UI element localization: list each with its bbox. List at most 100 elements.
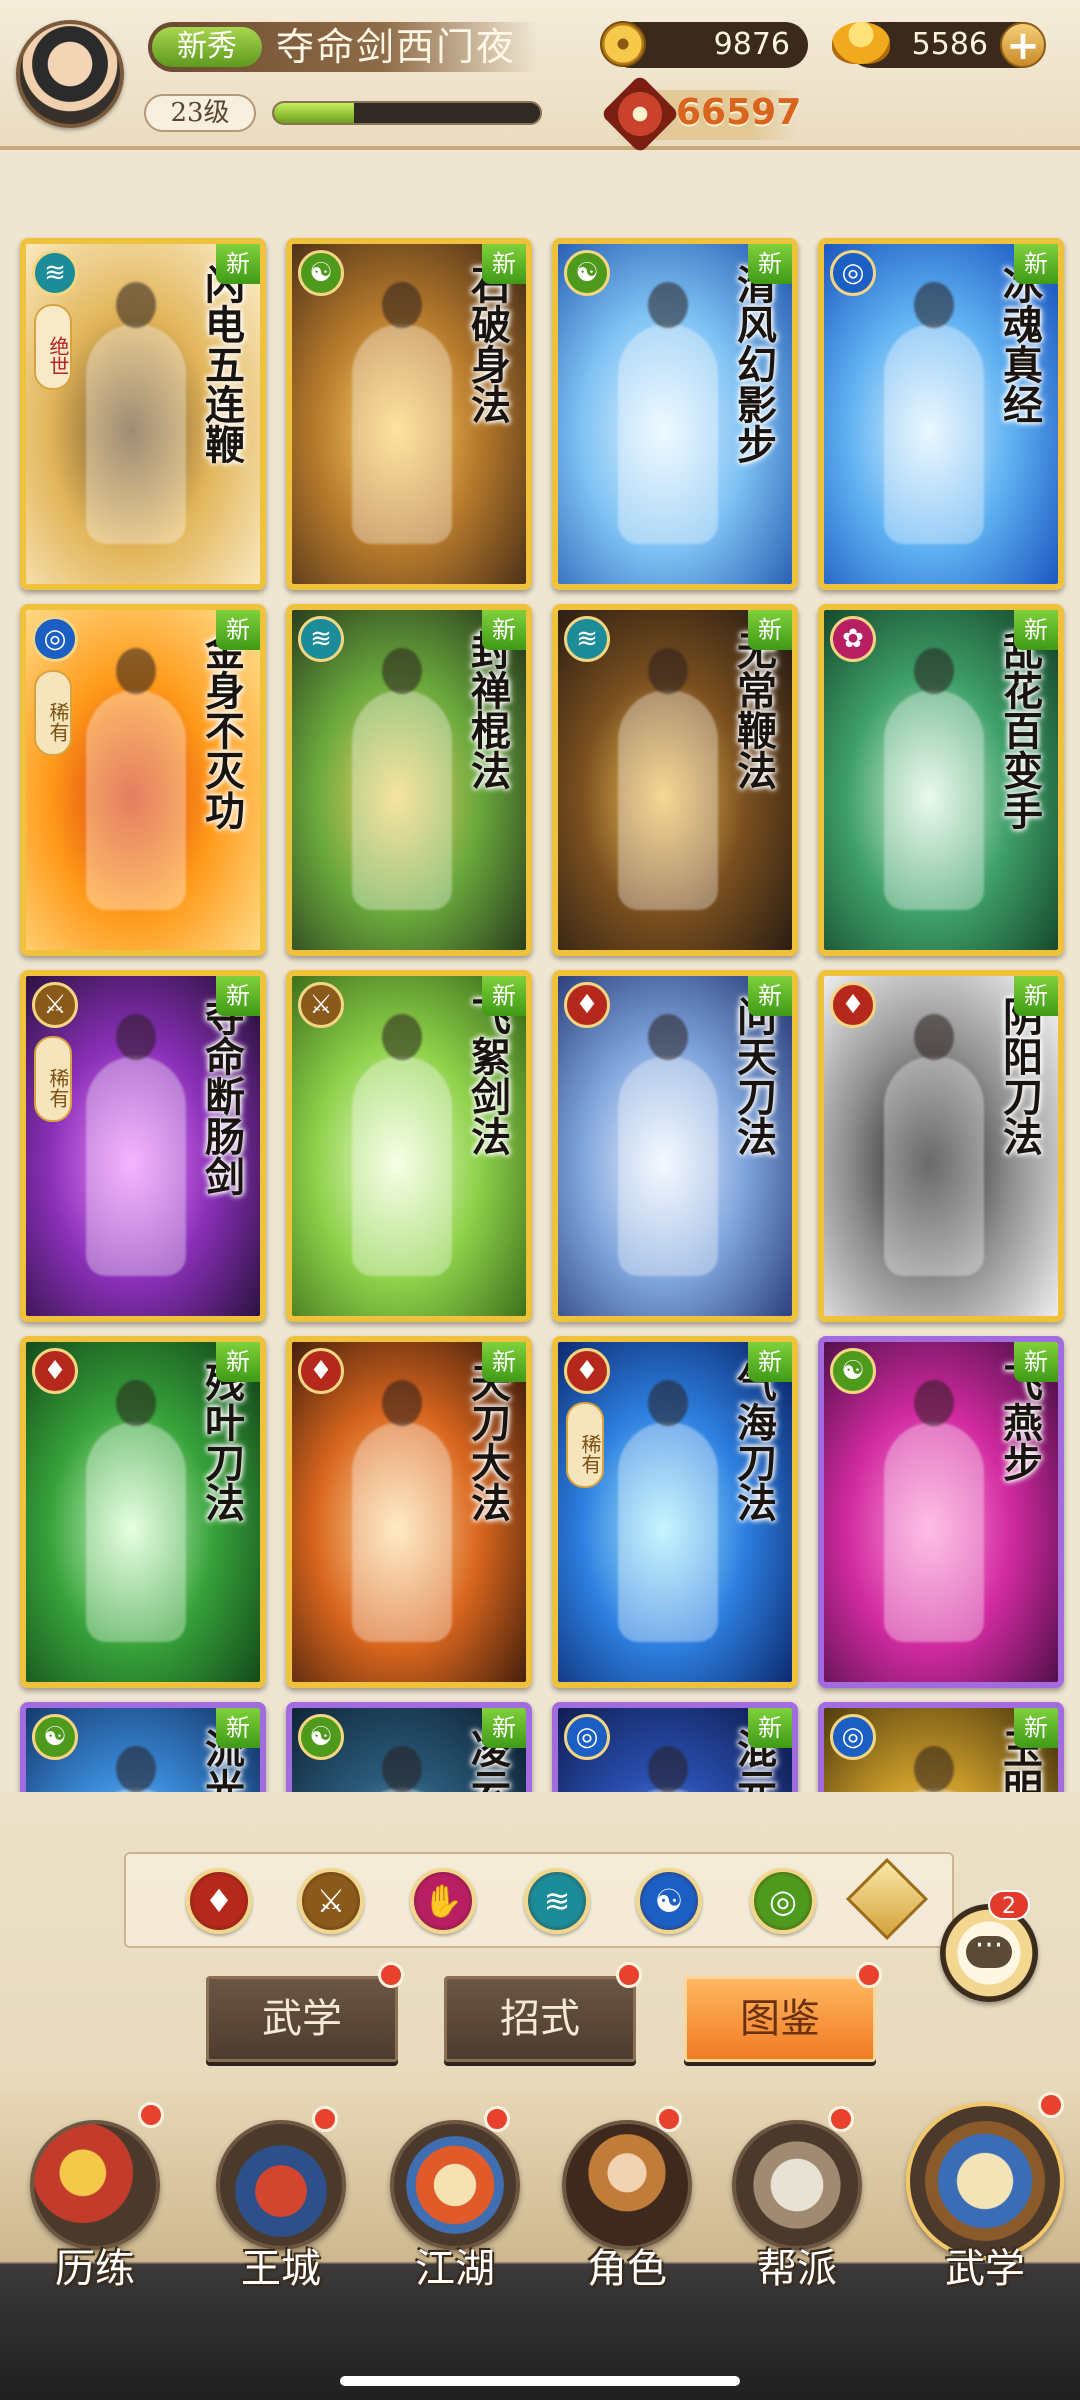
new-badge: 新 [1014, 244, 1058, 284]
card-title: 石破身法 [464, 264, 511, 424]
card-title: 残叶刀法 [198, 1362, 245, 1522]
nav-guild[interactable]: 帮派 [712, 2106, 882, 2308]
blade-school-icon: ♦ [298, 1348, 344, 1394]
card-character-figure [618, 1014, 718, 1276]
martial-art-card[interactable]: 金身不灭功 ◎ 新稀有 [20, 604, 266, 956]
martial-art-card[interactable]: 乱花百变手 ✿ 新 [818, 604, 1064, 956]
rarity-tag: 绝世 [34, 304, 72, 390]
rarity-tag: 稀有 [34, 1036, 72, 1122]
nav-jianghu-label: 江湖 [415, 2246, 495, 2292]
palm-filter-icon[interactable]: ✋ [410, 1868, 476, 1934]
new-badge: 新 [482, 1708, 526, 1748]
nav-trials-notification-dot [138, 2102, 164, 2128]
nav-martial-notification-dot [1038, 2092, 1064, 2118]
martial-art-card[interactable]: 阴阳刀法 ♦ 新 [818, 970, 1064, 1322]
gourd-filter-icon[interactable]: ◎ [750, 1868, 816, 1934]
chat-unread-badge: 2 [988, 1890, 1030, 1920]
card-character-figure [618, 648, 718, 910]
rarity-tag: 稀有 [566, 1402, 604, 1488]
martial-art-card[interactable]: 凌云 ☯ 新 [286, 1702, 532, 1792]
new-badge: 新 [216, 610, 260, 650]
level-tag: 23级 [144, 94, 256, 132]
nav-martial[interactable]: 武学 [900, 2092, 1070, 2308]
nav-character[interactable]: 角色 [542, 2106, 712, 2308]
nav-trials[interactable]: 历练 [10, 2102, 180, 2308]
gourd-school-icon: ☯ [32, 1714, 78, 1760]
taiji-school-icon: ◎ [830, 250, 876, 296]
card-character-figure [352, 282, 452, 544]
nav-city-label: 王城 [241, 2246, 321, 2292]
new-badge: 新 [1014, 1342, 1058, 1382]
card-title: 封禅棍法 [464, 630, 511, 790]
taiji-filter-icon[interactable]: ☯ [636, 1868, 702, 1934]
martial-art-card[interactable]: 流光 ☯ 新 [20, 1702, 266, 1792]
new-badge: 新 [1014, 976, 1058, 1016]
wave-school-icon: ≋ [564, 616, 610, 662]
nav-city-notification-dot [312, 2106, 338, 2132]
new-badge: 新 [748, 1342, 792, 1382]
sword-filter-icon[interactable]: ⚔ [298, 1868, 364, 1934]
combat-power-value: 66597 [676, 92, 802, 133]
martial-art-card[interactable]: 石破身法 ☯ 新 [286, 238, 532, 590]
martial-art-card[interactable]: 残叶刀法 ♦ 新 [20, 1336, 266, 1688]
martial-art-card[interactable]: 玉明 ◎ 新 [818, 1702, 1064, 1792]
blade-school-icon: ♦ [32, 1348, 78, 1394]
blade-filter-icon[interactable]: ♦ [186, 1868, 252, 1934]
nav-city[interactable]: 王城 [196, 2106, 366, 2308]
home-indicator[interactable] [340, 2376, 740, 2386]
card-title: 气海刀法 [730, 1362, 777, 1522]
wave-filter-icon[interactable]: ≋ [524, 1868, 590, 1934]
martial-art-card[interactable]: 冰魂真经 ◎ 新 [818, 238, 1064, 590]
blade-school-icon: ♦ [564, 1348, 610, 1394]
new-badge: 新 [748, 1708, 792, 1748]
card-character-figure [86, 282, 186, 544]
player-avatar[interactable] [16, 20, 124, 128]
new-badge: 新 [748, 244, 792, 284]
tab-martial[interactable]: 武学 [206, 1976, 398, 2062]
character-icon [562, 2120, 692, 2250]
martial-art-card[interactable]: 混元 ◎ 新 [552, 1702, 798, 1792]
martial-art-card[interactable]: 封禅棍法 ≋ 新 [286, 604, 532, 956]
martial-art-card[interactable]: 气海刀法 ♦ 新稀有 [552, 1336, 798, 1688]
martial-art-card[interactable]: 飞絮剑法 ⚔ 新 [286, 970, 532, 1322]
recharge-plus-button[interactable]: + [1000, 22, 1046, 68]
rarity-tag: 稀有 [34, 670, 72, 756]
martial-art-card[interactable]: 无常鞭法 ≋ 新 [552, 604, 798, 956]
nav-character-label: 角色 [587, 2246, 667, 2292]
gourd-school-icon: ☯ [298, 1714, 344, 1760]
nav-guild-notification-dot [828, 2106, 854, 2132]
card-character-figure [884, 648, 984, 910]
blade-school-icon: ♦ [564, 982, 610, 1028]
tab-moves[interactable]: 招式 [444, 1976, 636, 2062]
city-icon [216, 2120, 346, 2250]
taiji-school-icon: ◎ [564, 1714, 610, 1760]
card-character-figure [618, 282, 718, 544]
nav-jianghu[interactable]: 江湖 [370, 2106, 540, 2308]
martial-art-card[interactable]: 清风幻影步 ☯ 新 [552, 238, 798, 590]
martial-art-card[interactable]: 飞燕步 ☯ 新 [818, 1336, 1064, 1688]
wave-school-icon: ≋ [32, 250, 78, 296]
tab-martial-notification-dot [378, 1962, 404, 1988]
card-character-figure [884, 1380, 984, 1642]
player-name: 夺命剑西门夜 [276, 25, 517, 69]
martial-art-card[interactable]: 闪电五连鞭 ≋ 新绝世 [20, 238, 266, 590]
new-badge: 新 [748, 610, 792, 650]
blade-school-icon: ♦ [830, 982, 876, 1028]
martial-art-card[interactable]: 天刀大法 ♦ 新 [286, 1336, 532, 1688]
card-character-figure [352, 648, 452, 910]
card-title: 夺命断肠剑 [198, 996, 245, 1196]
martial-arts-card-grid[interactable]: 闪电五连鞭 ≋ 新绝世 石破身法 ☯ 新清风幻影步 ☯ 新冰魂真经 ◎ 新金身不灭功 ◎ 新稀有 封禅棍… [0, 232, 1080, 1792]
taiji-school-icon: ◎ [32, 616, 78, 662]
new-badge: 新 [1014, 610, 1058, 650]
card-character-figure [352, 1380, 452, 1642]
card-title: 问天刀法 [730, 996, 777, 1156]
new-badge: 新 [216, 244, 260, 284]
martial-art-card[interactable]: 夺命断肠剑 ⚔ 新稀有 [20, 970, 266, 1322]
new-badge: 新 [748, 976, 792, 1016]
coin-icon [600, 21, 646, 67]
martial-art-card[interactable]: 问天刀法 ♦ 新 [552, 970, 798, 1322]
card-character-figure [884, 1014, 984, 1276]
taiji-school-icon: ◎ [830, 1714, 876, 1760]
card-title: 金身不灭功 [198, 630, 245, 830]
tab-atlas[interactable]: 图鉴 [684, 1976, 876, 2062]
